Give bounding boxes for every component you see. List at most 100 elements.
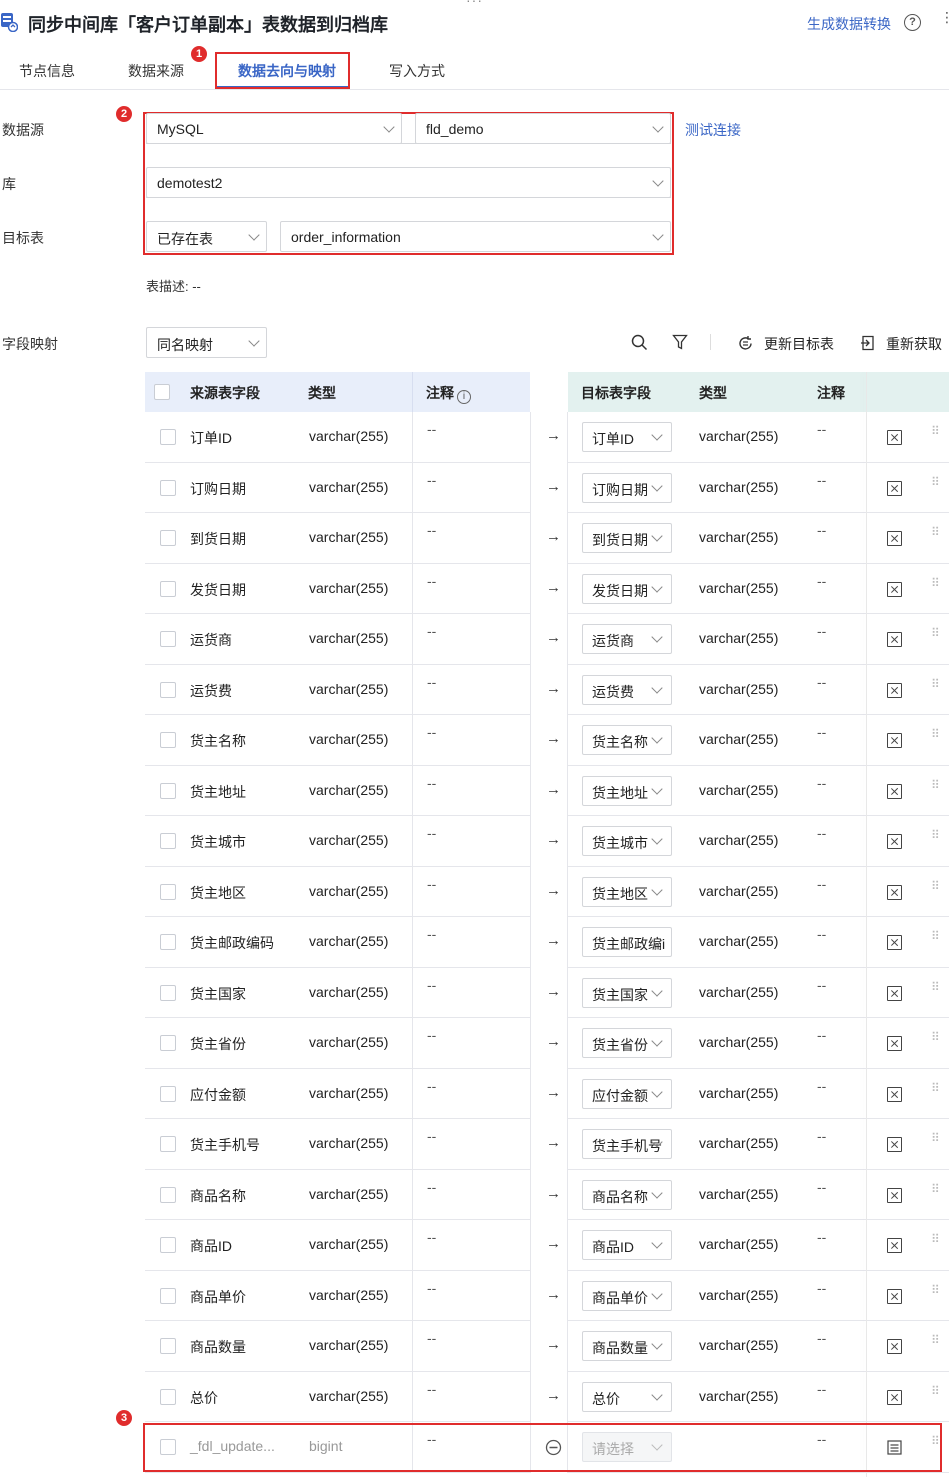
- drag-handle-icon[interactable]: ⠿: [931, 728, 941, 740]
- row-checkbox[interactable]: [160, 1085, 176, 1102]
- target-field-select[interactable]: 货主省份: [582, 1028, 672, 1058]
- delete-mapping-icon[interactable]: [887, 733, 902, 748]
- drag-handle-icon[interactable]: ⠿: [931, 930, 941, 942]
- delete-mapping-icon[interactable]: [887, 581, 902, 597]
- filter-icon[interactable]: [672, 334, 688, 350]
- delete-mapping-icon[interactable]: [887, 834, 902, 849]
- row-checkbox[interactable]: [160, 833, 176, 849]
- delete-mapping-icon[interactable]: [887, 884, 902, 900]
- target-field-select[interactable]: 货主手机号: [582, 1129, 672, 1159]
- help-icon[interactable]: ?: [904, 14, 921, 31]
- tab-write-mode[interactable]: 写入方式: [389, 61, 445, 81]
- tab-node-info[interactable]: 节点信息: [19, 61, 75, 81]
- target-field-select[interactable]: 订购日期: [582, 472, 672, 503]
- delete-mapping-icon[interactable]: [887, 1339, 902, 1354]
- drag-handle-icon[interactable]: ⠿: [931, 1334, 941, 1346]
- delete-mapping-icon[interactable]: [887, 632, 902, 647]
- target-table-select[interactable]: order_information: [280, 221, 671, 252]
- delete-mapping-icon[interactable]: [887, 1288, 902, 1304]
- generate-transform-link[interactable]: 生成数据转换: [807, 14, 891, 34]
- target-field-select[interactable]: 商品ID: [582, 1230, 672, 1260]
- mapping-mode-select[interactable]: 同名映射: [146, 327, 267, 358]
- row-checkbox[interactable]: [160, 1388, 176, 1405]
- select-all-checkbox[interactable]: [154, 384, 170, 400]
- delete-mapping-icon[interactable]: [887, 783, 902, 799]
- update-target-table-button[interactable]: 更新目标表: [764, 334, 834, 354]
- datasource-type-select[interactable]: MySQL: [146, 113, 402, 144]
- row-checkbox[interactable]: [160, 1136, 176, 1152]
- row-checkbox[interactable]: [160, 681, 176, 698]
- target-field-select[interactable]: 货主邮政编i: [582, 927, 672, 957]
- drag-handle-icon[interactable]: ⠿: [931, 425, 941, 437]
- target-field-select[interactable]: 总价: [582, 1381, 672, 1412]
- drag-handle-icon[interactable]: ⠿: [931, 880, 941, 892]
- row-checkbox[interactable]: [160, 782, 176, 799]
- database-select[interactable]: demotest2: [146, 167, 671, 198]
- target-field-select[interactable]: 到货日期: [582, 523, 672, 553]
- drag-handle-icon[interactable]: ⠿: [931, 1082, 941, 1094]
- delete-mapping-icon[interactable]: [887, 1187, 902, 1203]
- delete-mapping-icon[interactable]: [887, 1086, 902, 1102]
- delete-mapping-icon[interactable]: [887, 682, 902, 698]
- drag-handle-icon[interactable]: ⠿: [931, 1385, 941, 1397]
- row-checkbox[interactable]: [160, 530, 176, 546]
- row-checkbox[interactable]: [160, 934, 176, 950]
- target-field-select[interactable]: 货主地址: [582, 775, 672, 806]
- delete-mapping-icon[interactable]: [887, 985, 902, 1001]
- target-field-select[interactable]: 商品单价: [582, 1280, 672, 1311]
- refetch-button[interactable]: 重新获取: [886, 334, 942, 354]
- delete-mapping-icon[interactable]: [887, 1389, 902, 1405]
- drag-handle-icon[interactable]: ⠿: [931, 526, 941, 538]
- row-checkbox[interactable]: [160, 1237, 176, 1253]
- target-field-select[interactable]: 货主地区: [582, 876, 672, 907]
- target-field-select[interactable]: 货主国家: [582, 977, 672, 1008]
- row-checkbox[interactable]: [160, 580, 176, 597]
- drag-handle-icon[interactable]: ⠿: [931, 1183, 941, 1195]
- row-checkbox[interactable]: [160, 732, 176, 748]
- refetch-icon[interactable]: [860, 335, 876, 351]
- drag-handle-icon[interactable]: ⠿: [931, 476, 941, 488]
- target-field-select[interactable]: 商品数量: [582, 1331, 672, 1361]
- row-checkbox[interactable]: [160, 883, 176, 900]
- delete-mapping-icon[interactable]: [887, 1137, 902, 1152]
- row-checkbox[interactable]: [160, 631, 176, 647]
- more-menu-icon[interactable]: ⋮: [940, 9, 949, 26]
- row-checkbox[interactable]: [160, 1338, 176, 1354]
- datasource-connection-select[interactable]: fld_demo: [415, 113, 671, 144]
- target-field-select[interactable]: 货主名称: [582, 725, 672, 755]
- delete-mapping-icon[interactable]: [887, 531, 902, 546]
- resize-handle-dots[interactable]: ···: [466, 0, 483, 8]
- delete-mapping-icon[interactable]: [887, 480, 902, 496]
- info-icon[interactable]: i: [457, 390, 471, 404]
- drag-handle-icon[interactable]: ⠿: [931, 678, 941, 690]
- tab-data-source[interactable]: 数据来源: [128, 61, 184, 81]
- target-field-select[interactable]: 发货日期: [582, 573, 672, 604]
- row-checkbox[interactable]: [160, 479, 176, 496]
- refresh-list-icon[interactable]: [737, 335, 754, 352]
- drag-handle-icon[interactable]: ⠿: [931, 1132, 941, 1144]
- drag-handle-icon[interactable]: ⠿: [931, 1233, 941, 1245]
- search-icon[interactable]: [631, 334, 648, 351]
- row-checkbox[interactable]: [160, 429, 176, 445]
- delete-mapping-icon[interactable]: [887, 935, 902, 950]
- drag-handle-icon[interactable]: ⠿: [931, 627, 941, 639]
- delete-mapping-icon[interactable]: [887, 1036, 902, 1051]
- test-connection-link[interactable]: 测试连接: [685, 120, 741, 140]
- target-field-select[interactable]: 应付金额: [582, 1078, 672, 1109]
- delete-mapping-icon[interactable]: [887, 430, 902, 445]
- row-checkbox[interactable]: [160, 984, 176, 1001]
- drag-handle-icon[interactable]: ⠿: [931, 1031, 941, 1043]
- row-checkbox[interactable]: [160, 1287, 176, 1304]
- row-checkbox[interactable]: [160, 1186, 176, 1203]
- target-field-select[interactable]: 商品名称: [582, 1179, 672, 1210]
- target-field-select[interactable]: 订单ID: [582, 422, 672, 452]
- target-field-select[interactable]: 货主城市: [582, 826, 672, 856]
- target-field-select[interactable]: 运货商: [582, 624, 672, 654]
- delete-mapping-icon[interactable]: [887, 1238, 902, 1253]
- drag-handle-icon[interactable]: ⠿: [931, 829, 941, 841]
- drag-handle-icon[interactable]: ⠿: [931, 1284, 941, 1296]
- drag-handle-icon[interactable]: ⠿: [931, 981, 941, 993]
- drag-handle-icon[interactable]: ⠿: [931, 577, 941, 589]
- row-checkbox[interactable]: [160, 1035, 176, 1051]
- drag-handle-icon[interactable]: ⠿: [931, 779, 941, 791]
